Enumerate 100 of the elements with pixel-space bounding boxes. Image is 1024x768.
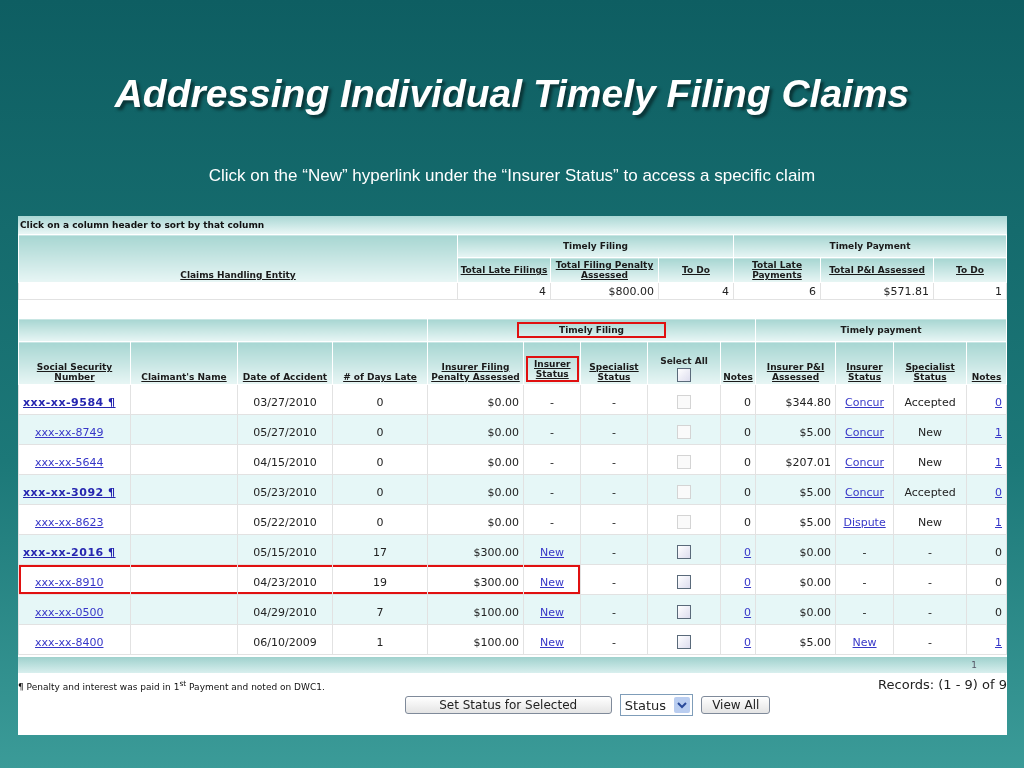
note-count-link[interactable]: 0 — [744, 606, 752, 619]
select-all-label: Select All — [659, 356, 709, 366]
row-checkbox[interactable] — [677, 545, 691, 559]
table-cell: - — [612, 426, 616, 439]
table-cell: - — [612, 606, 616, 619]
table-cell: 05/15/2010 — [253, 546, 317, 559]
table-cell: - — [862, 546, 867, 559]
table-cell: $0.00 — [487, 486, 519, 499]
table-cell: New — [918, 426, 943, 439]
table-cell: 0 — [744, 486, 752, 499]
column-header-link[interactable]: Claimant's Name — [141, 372, 227, 382]
table-cell: 0 — [744, 396, 752, 409]
column-header-link[interactable]: Notes — [971, 372, 1002, 382]
table-cell: - — [550, 486, 554, 499]
note-count-link[interactable]: 0 — [995, 396, 1002, 409]
table-cell: $5.00 — [799, 486, 832, 499]
row-checkbox[interactable] — [677, 605, 691, 619]
status-link[interactable]: New — [852, 636, 877, 649]
table-cell: 0 — [995, 576, 1002, 589]
table-cell: $800.00 — [550, 282, 659, 300]
page-number[interactable]: 1 — [971, 660, 977, 670]
table-cell: $0.00 — [799, 606, 832, 619]
column-header-link[interactable]: Insurer Status — [526, 356, 579, 382]
table-cell: $5.00 — [799, 636, 832, 649]
table-cell: 4 — [457, 282, 551, 300]
records-count: Records: (1 - 9) of 9 — [878, 677, 1007, 692]
table-cell: New — [918, 456, 943, 469]
table-cell: $0.00 — [799, 576, 832, 589]
group-header: Timely Filing — [563, 241, 629, 251]
table-cell: 05/27/2010 — [253, 426, 317, 439]
status-link[interactable]: New — [540, 636, 564, 649]
table-cell: $344.80 — [785, 396, 832, 409]
table-cell: 0 — [744, 426, 752, 439]
table-cell: 0 — [744, 516, 752, 529]
table-cell: 19 — [373, 576, 387, 589]
table-cell: 0 — [995, 606, 1002, 619]
table-cell: $300.00 — [473, 546, 519, 559]
table-cell: 04/29/2010 — [253, 606, 317, 619]
table-cell: $5.00 — [799, 516, 832, 529]
table-cell: 7 — [376, 606, 384, 619]
table-cell: - — [550, 456, 554, 469]
table-cell: Accepted — [904, 396, 956, 409]
note-count-link[interactable]: 1 — [995, 456, 1002, 469]
group-header: Timely Payment — [829, 241, 911, 251]
table-cell: - — [612, 636, 616, 649]
slide-subtitle: Click on the “New” hyperlink under the “Insurer Status” to access a specific claim — [208, 166, 816, 186]
table-cell: 0 — [376, 486, 384, 499]
table-cell: 4 — [658, 282, 734, 300]
table-cell: 04/23/2010 — [253, 576, 317, 589]
table-cell: 0 — [376, 426, 384, 439]
table-cell: - — [550, 516, 554, 529]
table-cell: - — [550, 396, 554, 409]
column-header-link[interactable]: # of Days Late — [343, 372, 417, 382]
table-cell: 03/27/2010 — [253, 396, 317, 409]
table-cell: 1 — [933, 282, 1007, 300]
status-dropdown[interactable]: Status — [619, 694, 694, 716]
table-cell: 0 — [376, 456, 384, 469]
set-status-button[interactable]: Set Status for Selected — [404, 696, 612, 714]
table-cell: $571.81 — [820, 282, 934, 300]
footnote: ¶ Penalty and interest was paid in 1$^{st}$ Payment and noted on DWC1. — [18, 679, 325, 692]
table-cell: $0.00 — [487, 426, 519, 439]
table-cell: 0 — [376, 516, 384, 529]
column-header-link[interactable]: To Do — [956, 265, 984, 275]
table-cell: 05/22/2010 — [253, 516, 317, 529]
table-cell: $5.00 — [799, 426, 832, 439]
table-cell: $0.00 — [799, 546, 832, 559]
note-count-link[interactable]: 1 — [995, 516, 1002, 529]
status-link[interactable]: New — [540, 546, 564, 559]
note-count-link[interactable]: 1 — [995, 636, 1002, 649]
status-link[interactable]: New — [540, 576, 564, 589]
table-cell: - — [928, 546, 933, 559]
table-cell: - — [612, 456, 616, 469]
sort-hint: Click on a column header to sort by that column — [18, 216, 1007, 234]
status-link[interactable]: New — [540, 606, 564, 619]
table-cell: 17 — [373, 546, 387, 559]
select-all-checkbox[interactable] — [677, 368, 691, 382]
note-count-link[interactable]: 0 — [744, 546, 752, 559]
table-cell: 0 — [995, 546, 1002, 559]
table-cell: $0.00 — [487, 396, 519, 409]
note-count-link[interactable]: 1 — [995, 426, 1002, 439]
note-count-link[interactable]: 0 — [744, 636, 752, 649]
row-checkbox[interactable] — [677, 635, 691, 649]
table-cell: Accepted — [904, 486, 956, 499]
table-cell: $0.00 — [487, 516, 519, 529]
table-cell: - — [612, 546, 616, 559]
table-cell: 0 — [376, 396, 384, 409]
column-header-link[interactable]: To Do — [682, 265, 710, 275]
table-cell: - — [612, 516, 616, 529]
note-count-link[interactable]: 0 — [744, 576, 752, 589]
table-cell: - — [928, 576, 933, 589]
table-cell: - — [612, 576, 616, 589]
column-header-link[interactable]: Claims Handling Entity — [180, 270, 296, 280]
note-count-link[interactable]: 0 — [995, 486, 1002, 499]
table-cell: - — [862, 576, 867, 589]
column-header-link[interactable]: Notes — [723, 372, 753, 382]
table-cell: - — [862, 606, 867, 619]
view-all-button[interactable]: View All — [701, 696, 771, 714]
slide-title: Addressing Individual Timely Filing Claims — [114, 72, 910, 116]
table-cell: $0.00 — [487, 456, 519, 469]
row-checkbox[interactable] — [677, 575, 691, 589]
